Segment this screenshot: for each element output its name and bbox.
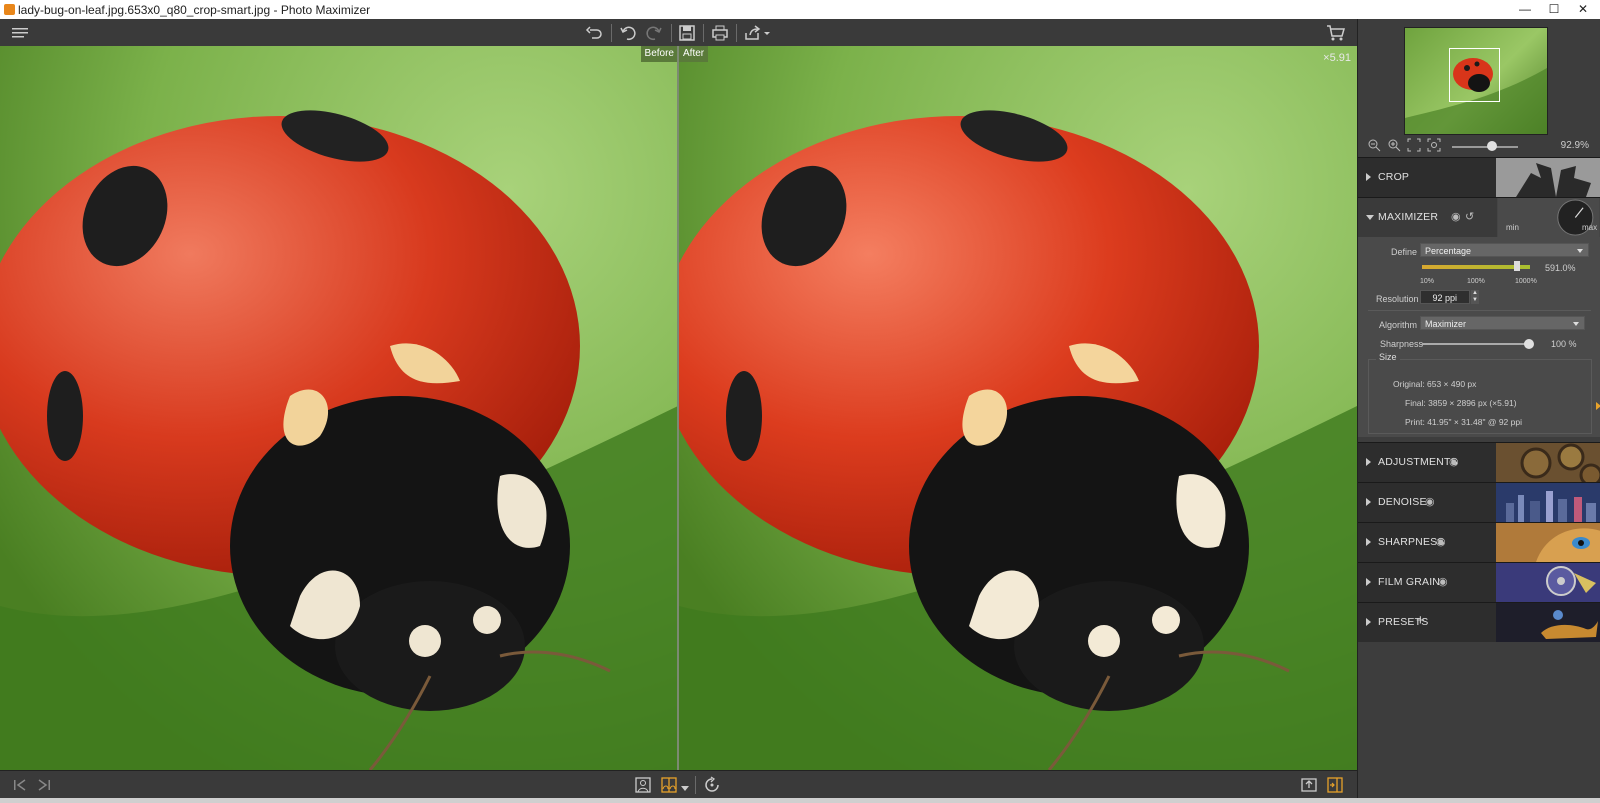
adjustments-section-art	[1496, 443, 1600, 482]
print-icon[interactable]	[708, 21, 732, 45]
define-dropdown[interactable]: Percentage	[1420, 243, 1589, 257]
eye-icon[interactable]: ◉	[1451, 210, 1461, 223]
section-maximizer-label: MAXIMIZER	[1378, 211, 1439, 223]
main-toolbar	[0, 19, 1357, 47]
scale-tick-100: 100%	[1467, 278, 1485, 285]
expand-arrow-icon[interactable]	[1366, 618, 1371, 626]
undo-all-icon[interactable]	[582, 21, 606, 45]
resolution-input[interactable]: 92 ppi	[1420, 290, 1470, 304]
after-pane[interactable]: After ×5.91	[679, 46, 1357, 770]
menu-icon[interactable]	[8, 21, 32, 45]
section-maximizer[interactable]: min max MAXIMIZER ◉ ↺	[1358, 197, 1600, 238]
close-button[interactable]: ✕	[1566, 0, 1600, 19]
section-adjustments-label: ADJUSTMENTS	[1378, 456, 1458, 468]
section-film-grain[interactable]: FILM GRAIN ◉	[1358, 562, 1600, 602]
film-grain-section-art	[1496, 563, 1600, 602]
denoise-section-art	[1496, 483, 1600, 522]
next-image-icon[interactable]	[32, 773, 56, 797]
eye-icon[interactable]: ◉	[1438, 575, 1448, 588]
cart-icon[interactable]	[1324, 21, 1348, 45]
reset-icon[interactable]: ↺	[1465, 210, 1474, 223]
resolution-stepper[interactable]: ▲ ▼	[1471, 290, 1479, 304]
share-icon[interactable]	[741, 21, 775, 45]
eye-icon[interactable]: ◉	[1449, 455, 1459, 468]
expand-arrow-icon[interactable]	[1366, 578, 1371, 586]
navigator-thumbnail[interactable]	[1404, 27, 1548, 135]
section-denoise[interactable]: DENOISE ◉	[1358, 482, 1600, 522]
scale-value: 591.0%	[1545, 263, 1576, 273]
single-view-icon[interactable]	[631, 773, 655, 797]
before-pane[interactable]: Before	[0, 46, 678, 770]
section-crop-label: CROP	[1378, 171, 1410, 183]
expand-arrow-icon[interactable]	[1366, 173, 1371, 181]
toggle-panel-icon[interactable]	[1323, 773, 1347, 797]
rotate-icon[interactable]	[700, 773, 724, 797]
section-film-grain-label: FILM GRAIN	[1378, 576, 1441, 588]
eye-icon[interactable]: ◉	[1425, 495, 1435, 508]
section-adjustments[interactable]: ADJUSTMENTS ◉	[1358, 442, 1600, 482]
collapse-arrow-icon[interactable]	[1366, 215, 1374, 220]
add-preset-icon[interactable]: +	[1416, 612, 1425, 629]
previous-image-icon[interactable]	[8, 773, 32, 797]
size-title: Size	[1376, 352, 1400, 362]
zoom-in-icon[interactable]	[1384, 135, 1404, 155]
actual-size-icon[interactable]	[1424, 135, 1444, 155]
sharpness-slider-track[interactable]	[1422, 343, 1530, 345]
expand-arrow-icon[interactable]	[1366, 538, 1371, 546]
size-print: Print: 41.95" × 31.48" @ 92 ppi	[1405, 417, 1522, 427]
app-icon	[4, 4, 15, 15]
knob-max-label: max	[1582, 223, 1598, 232]
algorithm-label: Algorithm	[1379, 320, 1418, 330]
navigator-viewport-frame[interactable]	[1449, 48, 1500, 102]
zoom-percent: 92.9%	[1560, 140, 1589, 151]
section-sharpness-label: SHARPNESS	[1378, 536, 1445, 548]
zoom-slider-track[interactable]	[1452, 146, 1518, 148]
panel-edge-arrow-icon[interactable]	[1596, 402, 1600, 410]
resolution-label: Resolution	[1376, 294, 1419, 304]
scale-tick-1000: 1000%	[1515, 278, 1537, 285]
zoom-out-icon[interactable]	[1364, 135, 1384, 155]
fit-to-screen-icon[interactable]	[1404, 135, 1424, 155]
zoom-slider-handle[interactable]	[1486, 141, 1497, 151]
algorithm-value: Maximizer	[1425, 319, 1467, 329]
scale-slider-handle[interactable]	[1514, 261, 1520, 271]
section-presets[interactable]: PRESETS +	[1358, 602, 1600, 642]
eye-icon[interactable]: ◉	[1436, 535, 1446, 548]
bottom-toolbar	[0, 770, 1357, 799]
split-view-icon[interactable]	[657, 773, 681, 797]
side-panel: 92.9% CROP min max MAXIMIZER ◉ ↺ Define …	[1357, 19, 1600, 798]
zoom-factor-label: ×5.91	[1323, 52, 1351, 64]
image-viewer[interactable]: Before After ×5.91	[0, 46, 1357, 770]
sharpness-label: Sharpness	[1380, 339, 1424, 349]
redo-icon[interactable]	[642, 21, 666, 45]
size-original: Original: 653 × 490 px	[1393, 379, 1477, 389]
maximizer-panel: Define Percentage 591.0% 10% 100% 1000% …	[1358, 237, 1600, 437]
expand-arrow-icon[interactable]	[1366, 458, 1371, 466]
title-bar: lady-bug-on-leaf.jpg.653x0_q80_crop-smar…	[0, 0, 1600, 19]
navigator-zoom-row: 92.9%	[1358, 137, 1600, 157]
knob-min-label: min	[1506, 223, 1519, 232]
size-final: Final: 3859 × 2896 px (×5.91)	[1405, 398, 1517, 408]
section-denoise-label: DENOISE	[1378, 496, 1427, 508]
undo-icon[interactable]	[616, 21, 640, 45]
crop-section-art	[1496, 158, 1600, 197]
sharpness-slider-handle[interactable]	[1524, 339, 1534, 349]
presets-section-art	[1496, 603, 1600, 642]
algorithm-dropdown[interactable]: Maximizer	[1420, 316, 1585, 330]
sharpness-value: 100 %	[1551, 339, 1577, 349]
define-value: Percentage	[1425, 246, 1472, 256]
define-label: Define	[1391, 247, 1418, 257]
section-crop[interactable]: CROP	[1358, 157, 1600, 197]
status-strip	[0, 798, 1600, 803]
before-label: Before	[640, 46, 678, 62]
section-sharpness[interactable]: SHARPNESS ◉	[1358, 522, 1600, 562]
sharpness-section-art	[1496, 523, 1600, 562]
after-label: After	[679, 46, 709, 62]
save-icon[interactable]	[675, 21, 699, 45]
resolution-value: 92 ppi	[1432, 293, 1457, 303]
export-icon[interactable]	[1297, 773, 1321, 797]
window-title: lady-bug-on-leaf.jpg.653x0_q80_crop-smar…	[18, 3, 371, 17]
scale-tick-10: 10%	[1420, 278, 1435, 285]
expand-arrow-icon[interactable]	[1366, 498, 1371, 506]
